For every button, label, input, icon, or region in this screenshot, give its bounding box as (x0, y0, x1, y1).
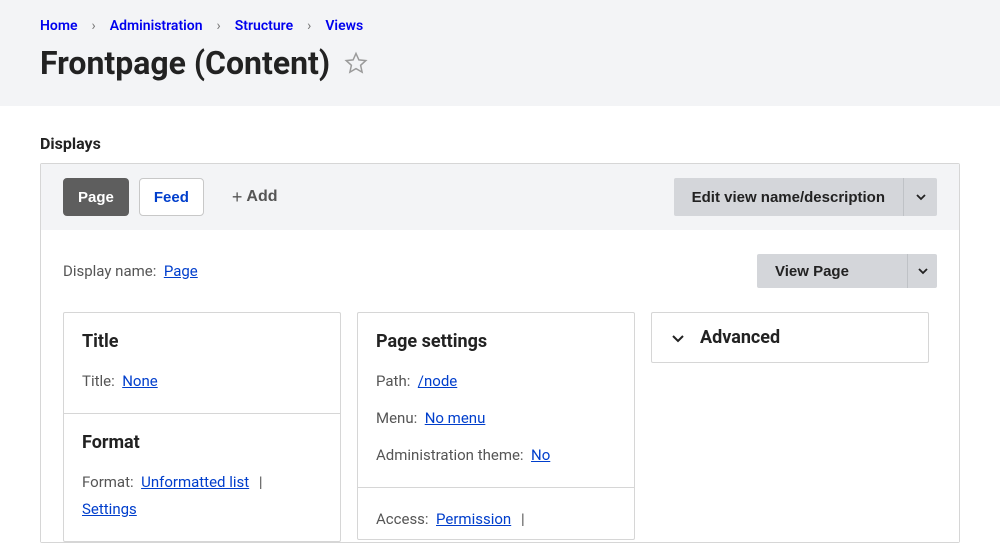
format-label: Format: (82, 473, 134, 491)
path-value[interactable]: /node (418, 372, 457, 390)
tab-feed[interactable]: Feed (139, 178, 204, 216)
plus-icon: + (232, 187, 243, 208)
format-value[interactable]: Unformatted list (141, 473, 249, 491)
chevron-right-icon: › (307, 18, 311, 34)
add-display-button[interactable]: + Add (228, 178, 286, 216)
breadcrumb-home[interactable]: Home (40, 18, 78, 34)
view-page-dropdown[interactable] (907, 254, 937, 288)
add-display-label: Add (246, 188, 277, 206)
page-settings-card: Page settings Path: /node Menu: No menu … (357, 312, 635, 540)
display-name-value[interactable]: Page (164, 262, 198, 280)
admin-theme-value[interactable]: No (531, 446, 550, 464)
view-page-button[interactable]: View Page (757, 254, 907, 288)
menu-value[interactable]: No menu (425, 409, 486, 427)
breadcrumb-structure[interactable]: Structure (235, 18, 293, 34)
star-outline-icon[interactable] (344, 51, 368, 75)
title-format-card: Title Title: None Format Format: Unforma… (63, 312, 341, 542)
displays-heading: Displays (40, 134, 960, 153)
advanced-label: Advanced (700, 327, 780, 348)
access-label: Access: (376, 510, 429, 528)
admin-theme-label: Administration theme: (376, 446, 524, 464)
edit-view-button-group: Edit view name/description (674, 178, 937, 216)
tab-page[interactable]: Page (63, 178, 129, 216)
path-label: Path: (376, 372, 410, 390)
separator: | (259, 473, 263, 491)
menu-label: Menu: (376, 409, 417, 427)
format-settings-link[interactable]: Settings (82, 500, 137, 518)
title-heading: Title (82, 331, 322, 352)
chevron-right-icon: › (217, 18, 221, 34)
title-label: Title: (82, 372, 115, 390)
breadcrumb-views[interactable]: Views (325, 18, 363, 34)
title-value[interactable]: None (122, 372, 158, 390)
display-name-label: Display name: (63, 262, 156, 280)
format-heading: Format (82, 432, 322, 453)
displays-topbar: Page Feed + Add Edit view name/descripti… (41, 164, 959, 230)
displays-box: Page Feed + Add Edit view name/descripti… (40, 163, 960, 543)
chevron-down-icon (670, 330, 686, 346)
breadcrumb: Home › Administration › Structure › View… (40, 18, 960, 34)
view-page-button-group: View Page (757, 254, 937, 288)
page-title: Frontpage (Content) (40, 44, 330, 82)
access-value[interactable]: Permission (436, 510, 511, 528)
advanced-toggle[interactable]: Advanced (651, 312, 929, 363)
edit-view-name-dropdown[interactable] (903, 178, 937, 216)
edit-view-name-button[interactable]: Edit view name/description (674, 178, 903, 216)
breadcrumb-administration[interactable]: Administration (110, 18, 203, 34)
chevron-right-icon: › (92, 18, 96, 34)
page-settings-heading: Page settings (376, 331, 616, 352)
separator: | (521, 510, 525, 528)
